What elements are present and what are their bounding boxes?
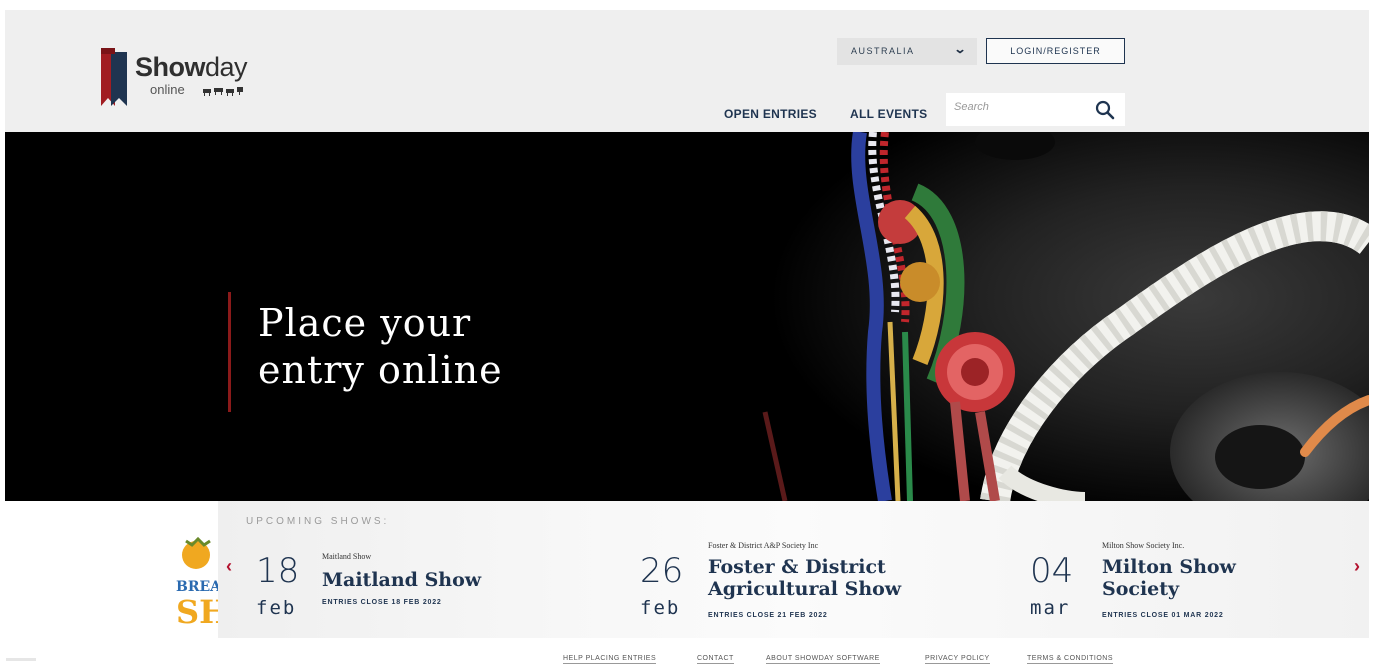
show-name: Maitland Show (322, 569, 481, 591)
show-name-line1: Foster & District (708, 556, 886, 578)
login-register-button[interactable]: LOGIN/REGISTER (986, 38, 1125, 64)
show-organiser: Maitland Show (322, 552, 372, 561)
svg-text:SH: SH (176, 593, 218, 628)
upcoming-shows-carousel: UPCOMING SHOWS: ‹ › 18 feb Maitland Show… (218, 501, 1369, 638)
hero-title-line2: entry online (258, 348, 503, 392)
footer-link-privacy[interactable]: PRIVACY POLICY (925, 655, 990, 664)
nav-all-events[interactable]: ALL EVENTS (850, 107, 927, 121)
hero-title: Place your entry online (258, 300, 658, 394)
show-card[interactable]: 18 feb Maitland Show Maitland Show ENTRI… (218, 501, 598, 638)
hero-banner: Place your entry online (5, 132, 1369, 501)
show-name-line1: Maitland Show (322, 569, 482, 591)
search-icon[interactable] (1095, 100, 1115, 120)
show-day: 04 (1030, 551, 1074, 591)
promo-graphic-icon: BREA SH (176, 536, 218, 628)
show-day: 26 (640, 551, 684, 591)
footer-corner-mark (6, 658, 36, 661)
country-select-value: AUSTRALIA (851, 46, 915, 56)
show-organiser: Foster & District A&P Society Inc (708, 541, 819, 550)
show-organiser: Milton Show Society Inc. (1102, 541, 1185, 550)
showday-logo[interactable]: Showday online (93, 46, 273, 116)
show-day: 18 (256, 551, 300, 591)
promo-tile[interactable]: BREA SH (172, 533, 218, 628)
site-header: Showday online AUSTRALIA ⌄ LOGIN/REGISTE… (5, 10, 1369, 132)
show-month: mar (1030, 597, 1071, 619)
chevron-down-icon: ⌄ (953, 42, 967, 56)
hero-title-line1: Place your (258, 301, 472, 345)
show-name-line2: Society (1102, 578, 1180, 600)
show-name-line1: Milton Show (1102, 556, 1236, 578)
footer-link-contact[interactable]: CONTACT (697, 655, 734, 664)
hero-accent-bar (228, 292, 231, 412)
show-name: Milton Show Society (1102, 556, 1236, 600)
footer-link-help[interactable]: HELP PLACING ENTRIES (563, 655, 657, 664)
show-month: feb (640, 597, 681, 619)
show-name-line2: Agricultural Show (708, 578, 902, 600)
search-input[interactable] (954, 101, 1084, 113)
footer-link-terms[interactable]: TERMS & CONDITIONS (1027, 655, 1114, 664)
search-box (946, 93, 1125, 126)
show-entries-close: ENTRIES CLOSE 01 MAR 2022 (1102, 612, 1224, 619)
logo-wordmark: Showday (135, 52, 248, 82)
footer-link-about[interactable]: ABOUT SHOWDAY SOFTWARE (766, 655, 880, 664)
ribbon-logo-icon (101, 48, 127, 106)
logo-subtitle: online (150, 82, 185, 97)
show-name: Foster & District Agricultural Show (708, 556, 901, 600)
show-month: feb (256, 597, 297, 619)
show-card[interactable]: 26 feb Foster & District A&P Society Inc… (638, 501, 1018, 638)
show-card[interactable]: 04 mar Milton Show Society Inc. Milton S… (1028, 501, 1358, 638)
country-select[interactable]: AUSTRALIA ⌄ (837, 38, 977, 65)
nav-open-entries[interactable]: OPEN ENTRIES (724, 107, 817, 121)
login-register-label: LOGIN/REGISTER (1010, 46, 1101, 56)
show-entries-close: ENTRIES CLOSE 18 FEB 2022 (322, 599, 442, 606)
page: Showday online AUSTRALIA ⌄ LOGIN/REGISTE… (0, 0, 1373, 666)
cattle-with-rosettes-image (5, 132, 1369, 501)
show-entries-close: ENTRIES CLOSE 21 FEB 2022 (708, 612, 828, 619)
